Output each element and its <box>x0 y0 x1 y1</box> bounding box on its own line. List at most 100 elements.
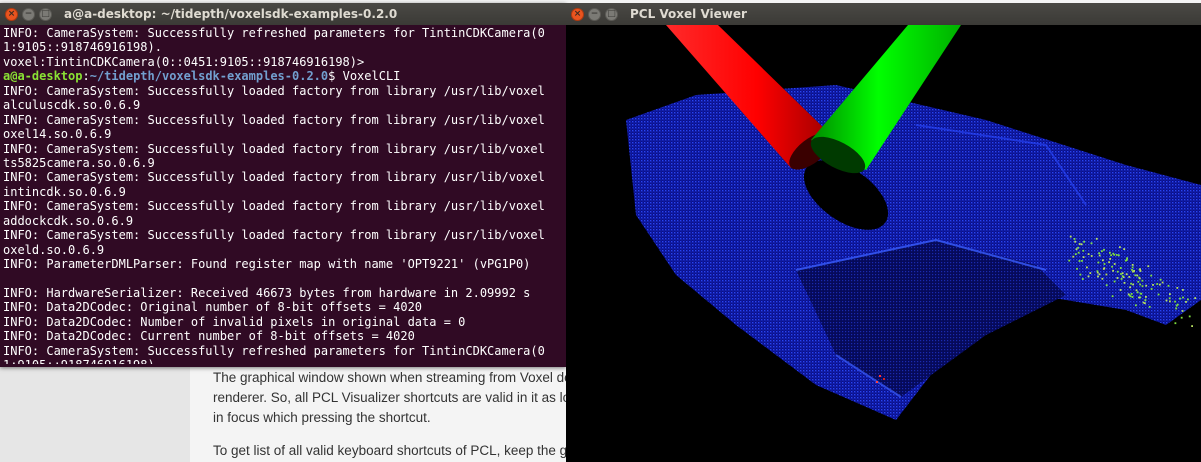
noise-point <box>1156 283 1159 285</box>
point-cloud-canvas[interactable] <box>566 25 1201 462</box>
noise-point <box>1134 274 1137 277</box>
minimize-button[interactable]: − <box>588 7 601 21</box>
noise-point <box>1073 238 1076 240</box>
noise-point <box>1080 243 1083 246</box>
noise-point <box>1139 270 1142 272</box>
noise-point <box>1101 250 1103 253</box>
noise-point <box>1150 274 1153 277</box>
terminal-line: 1:9105::918746916198). <box>3 40 162 55</box>
noise-point <box>1138 277 1141 280</box>
noise-point <box>1078 260 1081 262</box>
noise-point <box>1103 263 1106 265</box>
noise-point <box>1087 253 1090 255</box>
noise-point <box>1130 282 1132 285</box>
noise-point <box>1126 259 1128 261</box>
terminal-line: INFO: Data2DCodec: Current number of 8-b… <box>3 329 415 344</box>
noise-point <box>1179 297 1181 300</box>
noise-point <box>1187 298 1189 301</box>
noise-point <box>1194 297 1197 299</box>
noise-point <box>1123 248 1126 250</box>
pcl-viewer-window[interactable]: × − □ PCL Voxel Viewer <box>566 3 1201 462</box>
terminal-line: INFO: CameraSystem: Successfully loaded … <box>3 199 545 214</box>
noise-point <box>1098 252 1100 255</box>
noise-point <box>1131 266 1134 269</box>
terminal-line: INFO: Data2DCodec: Original number of 8-… <box>3 300 423 315</box>
noise-point <box>1116 277 1119 279</box>
noise-point <box>1145 284 1148 287</box>
terminal-line: alculuscdk.so.0.6.9 <box>3 98 141 113</box>
noise-point <box>1090 242 1093 245</box>
noise-point <box>1125 273 1128 276</box>
terminal-output[interactable]: INFO: CameraSystem: Successfully refresh… <box>0 25 566 364</box>
bg-paragraph-line: renderer. So, all PCL Visualizer shortcu… <box>213 390 571 405</box>
noise-point <box>1188 315 1191 318</box>
maximize-button[interactable]: □ <box>39 7 52 21</box>
close-icon: × <box>7 8 16 19</box>
terminal-window[interactable]: × − □ a@a-desktop: ~/tidepth/voxelsdk-ex… <box>0 3 566 367</box>
noise-point <box>1147 265 1150 268</box>
noise-point <box>1113 280 1116 283</box>
terminal-line: oxel14.so.0.6.9 <box>3 127 112 142</box>
terminal-line: INFO: HardwareSerializer: Received 46673… <box>3 285 531 300</box>
noise-point <box>1087 275 1090 278</box>
close-button[interactable]: × <box>571 7 584 21</box>
noise-point <box>1185 301 1187 303</box>
noise-point <box>1130 293 1133 295</box>
noise-point <box>1136 291 1139 294</box>
noise-point <box>1079 273 1082 276</box>
terminal-line: INFO: CameraSystem: Successfully refresh… <box>3 343 545 358</box>
minimize-icon: − <box>590 8 599 19</box>
noise-point <box>1113 263 1116 265</box>
maximize-button[interactable]: □ <box>605 7 618 21</box>
noise-point <box>1139 283 1142 286</box>
noise-point <box>1077 246 1079 249</box>
noise-point <box>1112 269 1114 272</box>
terminal-line: INFO: Data2DCodec: Number of invalid pix… <box>3 314 466 329</box>
noise-point <box>1135 304 1137 307</box>
noise-point <box>1115 254 1118 256</box>
noise-point <box>1159 283 1161 286</box>
noise-point <box>1089 272 1092 274</box>
close-button[interactable]: × <box>5 7 18 21</box>
noise-point <box>1105 273 1108 276</box>
noise-point <box>1133 270 1135 272</box>
noise-point <box>1182 296 1184 299</box>
noise-point <box>1176 303 1179 306</box>
bg-paragraph-line: in focus which pressing the shortcut. <box>213 410 431 425</box>
noise-point <box>1152 284 1154 286</box>
noise-point <box>1086 266 1088 269</box>
noise-point <box>1101 277 1104 280</box>
noise-point <box>1105 284 1108 287</box>
noise-point <box>1108 261 1110 264</box>
noise-point <box>1176 287 1179 289</box>
noise-point <box>1144 299 1147 301</box>
terminal-line: oxeld.so.0.6.9 <box>3 242 105 257</box>
noise-point <box>1123 282 1126 284</box>
noise-point <box>1129 286 1131 289</box>
terminal-line: addockcdk.so.0.6.9 <box>3 213 134 228</box>
noise-point <box>1165 299 1168 302</box>
noise-point <box>1161 281 1164 284</box>
noise-point <box>1111 295 1114 298</box>
terminal-line: INFO: CameraSystem: Successfully loaded … <box>3 170 545 185</box>
prompt-command: $ VoxelCLI <box>328 69 401 84</box>
noise-point <box>1095 237 1098 240</box>
terminal-titlebar[interactable]: × − □ a@a-desktop: ~/tidepth/voxelsdk-ex… <box>0 3 566 25</box>
noise-point <box>1119 267 1122 269</box>
noise-point <box>1069 235 1072 238</box>
noise-point <box>1121 275 1124 277</box>
noise-point <box>1141 285 1144 288</box>
terminal-line: INFO: CameraSystem: Successfully refresh… <box>3 26 545 40</box>
viewer-titlebar[interactable]: × − □ PCL Voxel Viewer <box>566 3 1201 25</box>
noise-point <box>1191 325 1193 327</box>
noise-point <box>1174 300 1176 303</box>
minimize-button[interactable]: − <box>22 7 35 21</box>
terminal-line: INFO: CameraSystem: Successfully loaded … <box>3 83 545 98</box>
terminal-line: voxel:TintinCDKCamera(0::0451:9105::9187… <box>3 54 365 69</box>
noise-point <box>1102 268 1105 270</box>
noise-point <box>1169 300 1171 303</box>
noise-point <box>1097 261 1100 264</box>
noise-point <box>1144 302 1146 305</box>
noise-point <box>1169 293 1171 295</box>
